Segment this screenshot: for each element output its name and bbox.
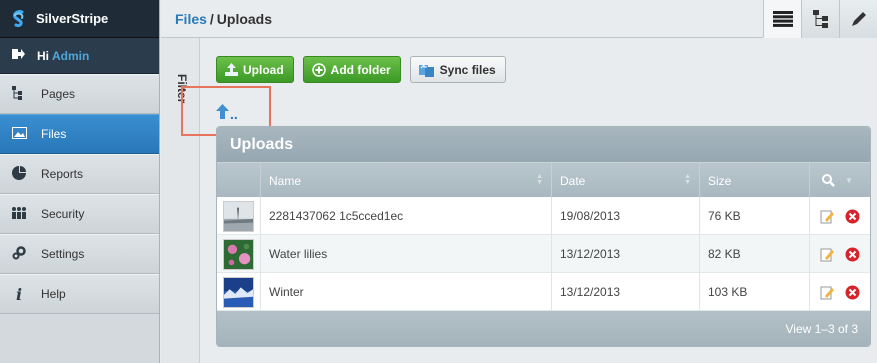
thumbnail-cell (217, 273, 261, 311)
info-icon: i (15, 284, 23, 304)
content-header: Files / Uploads (161, 0, 877, 38)
sidebar-item-pages[interactable]: Pages (0, 74, 159, 114)
size-column-header: Size (700, 163, 810, 198)
thumbnail-cell (217, 197, 261, 235)
user-bar: Hi Admin (0, 38, 159, 74)
brand-name: SilverStripe (36, 11, 109, 26)
sidebar-item-settings[interactable]: Settings (0, 234, 159, 274)
size-column-label: Size (708, 173, 732, 188)
parent-folder-label: .. (230, 106, 238, 122)
user-name-link[interactable]: Admin (52, 49, 89, 63)
grid-header-row: Name ▲ ▼ Date ▲ ▼ Size ▼ (217, 162, 870, 198)
silverstripe-logo-icon (13, 9, 24, 27)
delete-icon[interactable] (845, 209, 860, 224)
delete-icon[interactable] (845, 247, 860, 262)
upload-icon (225, 63, 238, 76)
gears-icon (11, 245, 27, 263)
pagination-summary: View 1–3 of 3 (785, 321, 859, 336)
search-icon (822, 174, 835, 187)
sidebar-item-label: Settings (41, 247, 85, 261)
sync-icon (418, 63, 435, 77)
list-view-tab[interactable] (763, 0, 801, 38)
delete-icon[interactable] (845, 285, 860, 300)
sidebar-item-help[interactable]: i Help (0, 274, 159, 314)
grid-title: Uploads (217, 127, 870, 162)
sidebar-item-security[interactable]: Security (0, 194, 159, 234)
edit-icon[interactable] (820, 285, 835, 300)
file-thumbnail (223, 276, 254, 308)
thumbnail-column-header (217, 163, 261, 198)
date-column-label: Date (560, 173, 586, 188)
parent-folder-link[interactable]: .. (216, 104, 238, 122)
view-mode-tabs (763, 0, 877, 38)
breadcrumb-current: Uploads (216, 10, 273, 27)
upload-label: Upload (243, 62, 284, 77)
name-column-label: Name (269, 173, 302, 188)
sitetree-icon (11, 85, 27, 103)
file-size: 82 KB (700, 235, 810, 273)
edit-icon (851, 12, 866, 26)
add-folder-label: Add folder (330, 62, 391, 77)
file-date: 13/12/2013 (552, 235, 700, 273)
chevron-down-icon: ▼ (845, 176, 853, 185)
search-toggle-header[interactable]: ▼ (810, 163, 870, 198)
file-name: Water lilies (261, 235, 552, 273)
file-size: 103 KB (700, 273, 810, 311)
sidebar-item-label: Files (41, 127, 67, 141)
file-size: 76 KB (700, 197, 810, 235)
tree-view-tab[interactable] (801, 0, 839, 38)
sidebar-item-label: Pages (41, 87, 76, 101)
table-row[interactable]: 2281437062 1c5cced1ec 19/08/2013 76 KB (217, 197, 870, 235)
file-name: Winter (261, 273, 552, 311)
row-actions (810, 273, 870, 311)
edit-icon[interactable] (820, 209, 835, 224)
grid-footer: View 1–3 of 3 (217, 311, 870, 346)
sort-icon: ▲ ▼ (536, 173, 543, 186)
file-name: 2281437062 1c5cced1ec (261, 197, 552, 235)
list-view-icon (772, 10, 793, 27)
upload-button[interactable]: Upload (216, 56, 294, 83)
name-column-header[interactable]: Name ▲ ▼ (261, 163, 552, 198)
table-row[interactable]: Water lilies 13/12/2013 82 KB (217, 235, 870, 273)
add-folder-button[interactable]: Add folder (302, 56, 401, 83)
sidebar-item-label: Reports (41, 167, 84, 181)
logout-icon[interactable] (11, 48, 25, 63)
image-icon (11, 126, 27, 142)
edit-view-tab[interactable] (839, 0, 877, 38)
breadcrumb: Files / Uploads (161, 11, 272, 27)
cms-sidebar: SilverStripe Hi Admin Pages Files Report… (0, 0, 160, 363)
edit-icon[interactable] (820, 247, 835, 262)
sidebar-item-label: Help (41, 287, 66, 301)
sync-files-button[interactable]: Sync files (409, 56, 506, 83)
file-thumbnail (223, 200, 254, 232)
file-date: 13/12/2013 (552, 273, 700, 311)
sync-files-label: Sync files (439, 62, 496, 77)
users-icon (11, 206, 27, 222)
file-date: 19/08/2013 (552, 197, 700, 235)
row-actions (810, 235, 870, 273)
sidebar-item-files[interactable]: Files (0, 114, 159, 154)
up-arrow-icon (216, 104, 229, 119)
row-actions (810, 197, 870, 235)
user-greeting: Hi (37, 48, 49, 63)
pie-chart-icon (11, 165, 27, 183)
tree-view-icon (812, 10, 828, 28)
files-gridfield: Uploads Name ▲ ▼ Date ▲ ▼ Size ▼ 2281437… (216, 126, 871, 347)
date-column-header[interactable]: Date ▲ ▼ (552, 163, 700, 198)
table-row[interactable]: Winter 13/12/2013 103 KB (217, 273, 870, 311)
breadcrumb-link-files[interactable]: Files (175, 11, 207, 27)
thumbnail-cell (217, 235, 261, 273)
breadcrumb-separator: / (209, 10, 214, 27)
file-thumbnail (223, 238, 254, 270)
plus-circle-icon (311, 62, 326, 77)
main-content: Upload Add folder Sync files .. Uploads … (181, 38, 877, 363)
sidebar-item-reports[interactable]: Reports (0, 154, 159, 194)
sidebar-item-label: Security (41, 207, 85, 221)
sort-icon: ▲ ▼ (684, 173, 691, 186)
toolbar: Upload Add folder Sync files (216, 56, 515, 83)
brand-bar[interactable]: SilverStripe (0, 0, 159, 38)
